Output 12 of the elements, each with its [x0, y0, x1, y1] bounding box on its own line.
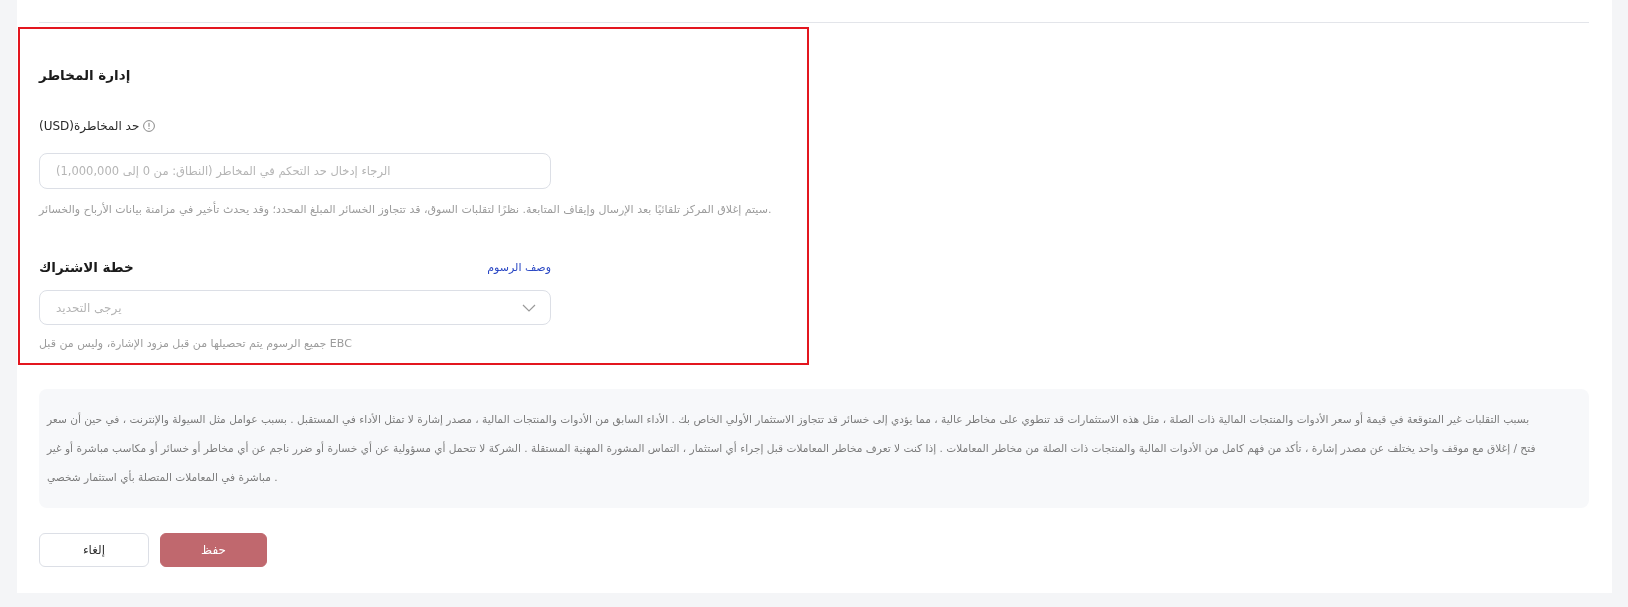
- info-icon: [143, 120, 156, 132]
- section-title: خطة الاشتراك: [39, 258, 134, 277]
- save-button[interactable]: حفظ: [160, 533, 267, 567]
- chevron-down-icon: [522, 303, 536, 312]
- hint-text: سيتم إغلاق المركز تلقائيًا بعد الإرسال وإيقاف المتابعة. نظرًا لتقلبات السوق، قد تتجاوز الخسائر المبلغ المحدد؛ وقد يحدث تأخير في مزامنة بيانات الأرباح والخسائر.: [39, 201, 772, 218]
- section-title: إدارة المخاطر: [39, 66, 131, 85]
- hint-text: جميع الرسوم يتم تحصيلها من قبل مزود الإشارة، وليس من قبل EBC: [39, 336, 352, 352]
- disclaimer-text: بسبب التقلبات غير المتوقعة في قيمة أو سعر الأدوات والمنتجات المالية ذات الصلة ، مثل هذه الاستثمارات قد تنطوي على مخاطر عالية ، مما يؤدي إلى خسائر قد تتجاوز الاستثمار الأولي الخاص بك . الأداء السابق من الأدوات والمنتجات المالية ، مصدر إشارة لا تمثل الأداء في المستقبل . بسبب عوامل مثل السيولة والإنترنت ، في حين أن سعر فتح / إغلاق مع موقف واحد يختلف عن مصدر إشارة ، تأكد من فهم كامل من الأدوات المالية والمنتجات ذات الصلة من مخاطر المعاملات . إذا كنت لا تعرف مخاطر المعاملات قبل إجراء أي استثمار ، التماس المشورة المهنية المستقلة . الشركة لا تتحمل أي مسؤولية عن أي خسارة أو ضرر ناجم عن أي مخاطر أو خسائر أو مكاسب مباشرة أو غير مباشرة في المعاملات المتصلة بأي استثمار شخصي .: [47, 411, 1537, 486]
- risk-limit-field[interactable]: الرجاء إدخال حد التحكم في المخاطر (النطاق: من 0 إلى 1,000,000): [39, 153, 551, 189]
- cancel-button[interactable]: إلغاء: [39, 533, 149, 567]
- risk-limit-label: حد المخاطرة(USD): [39, 118, 140, 135]
- fee-description-link[interactable]: وصف الرسوم: [487, 260, 551, 274]
